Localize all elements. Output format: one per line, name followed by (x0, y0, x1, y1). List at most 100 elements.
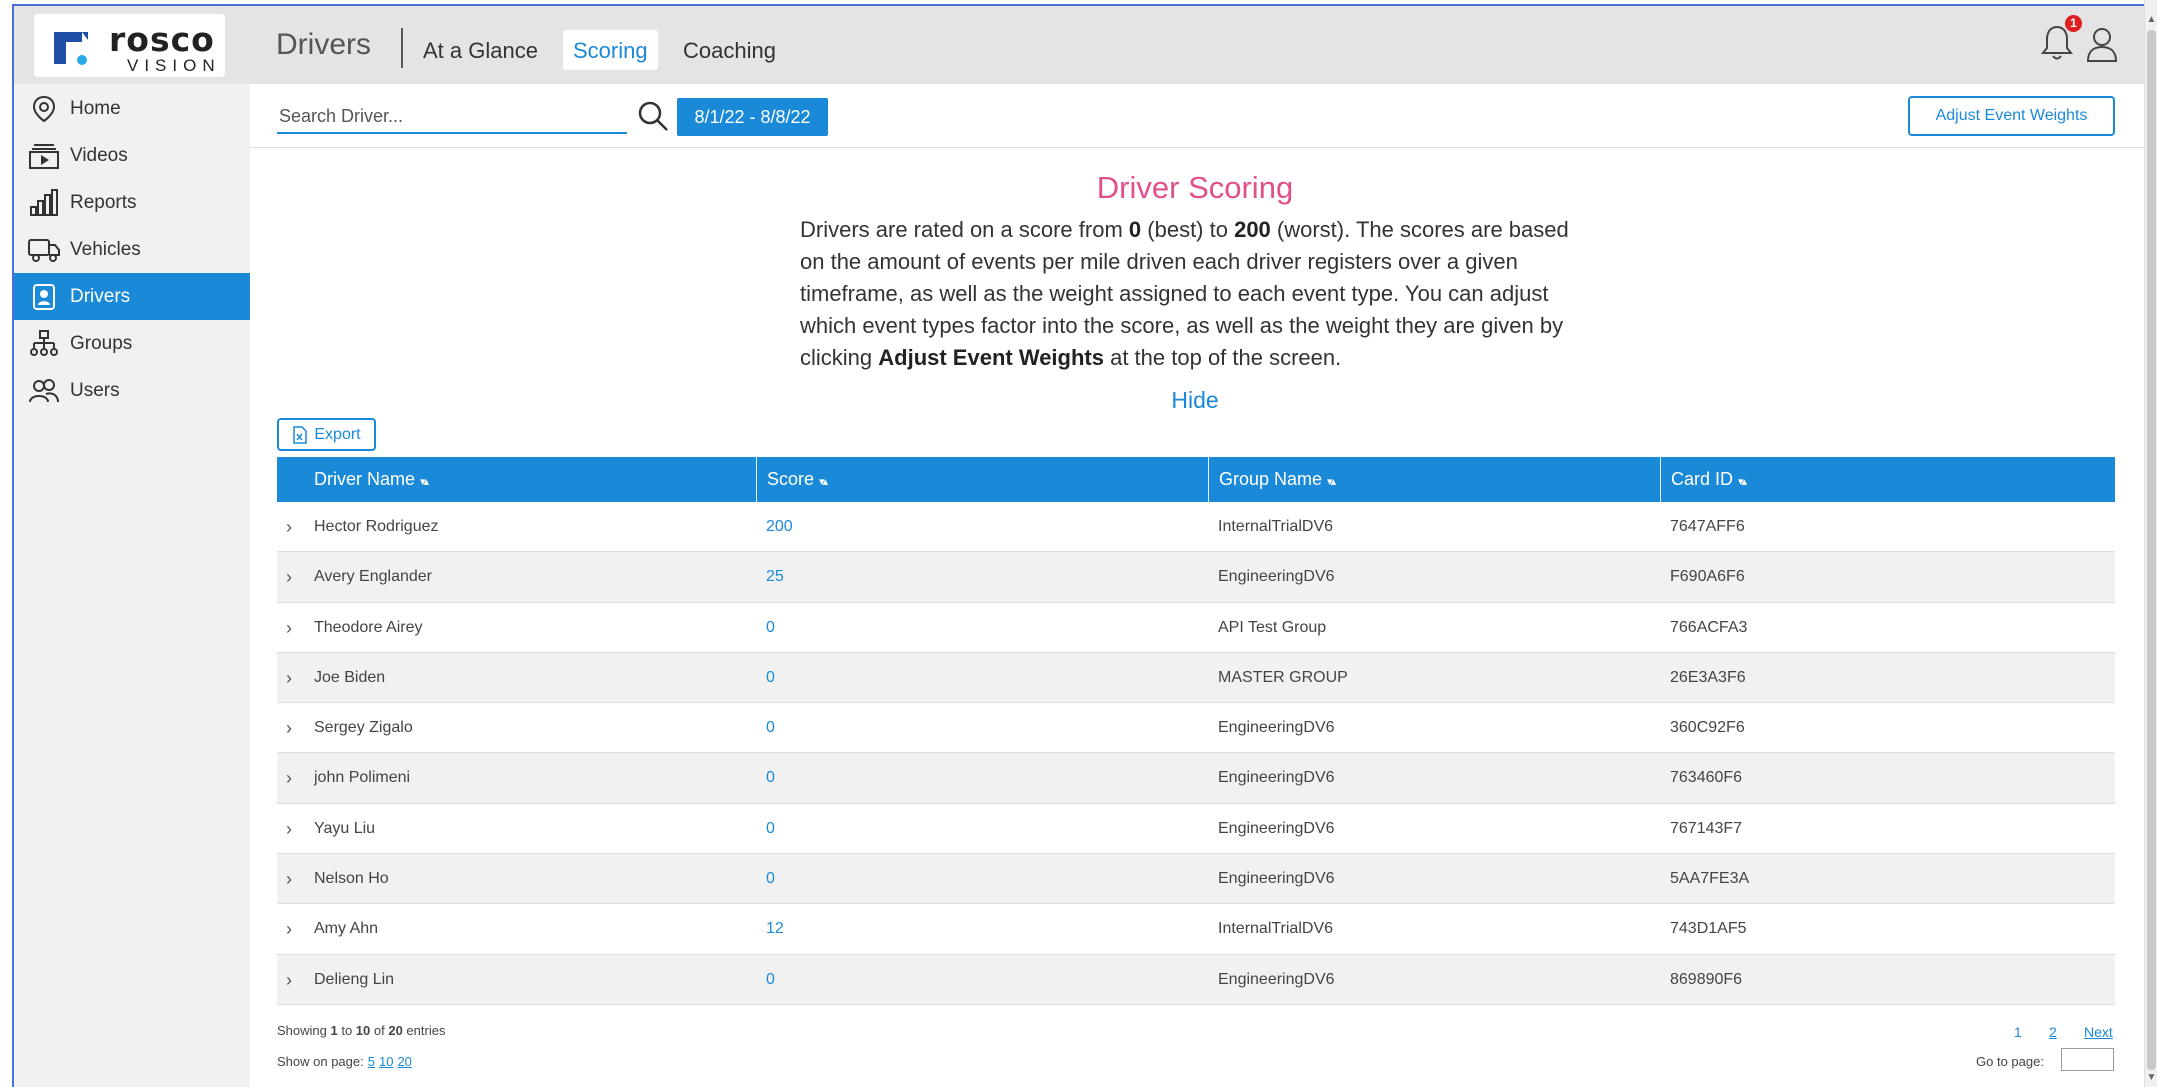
table-row[interactable]: › Avery Englander 25 EngineeringDV6 F690A6F6 (277, 552, 2115, 603)
column-label: Group Name (1219, 469, 1323, 489)
chevron-right-icon[interactable]: › (286, 653, 292, 703)
tab-coaching[interactable]: Coaching (673, 30, 786, 70)
date-range-button[interactable]: 8/1/22 - 8/8/22 (677, 98, 828, 136)
column-header-score[interactable]: Score ▾▴ (757, 457, 1209, 502)
truck-icon (28, 235, 60, 265)
card-id: 766ACFA3 (1670, 618, 1748, 636)
sidebar-item-groups[interactable]: Groups (14, 320, 250, 367)
column-label: Driver Name (314, 469, 416, 489)
rosco-logo[interactable]: rosco VISION (34, 14, 225, 77)
table-body: › Hector Rodriguez 200 InternalTrialDV6 7647… (277, 502, 2115, 1005)
scroll-down-icon[interactable]: ▼ (2145, 1072, 2157, 1086)
chevron-right-icon[interactable]: › (286, 603, 292, 653)
table-row[interactable]: › john Polimeni 0 EngineeringDV6 763460F6 (277, 753, 2115, 804)
chevron-right-icon[interactable]: › (286, 904, 292, 954)
video-icon (28, 141, 60, 171)
table-row[interactable]: › Nelson Ho 0 EngineeringDV6 5AA7FE3A (277, 854, 2115, 905)
go-to-page-input[interactable] (2061, 1048, 2114, 1071)
group-name: EngineeringDV6 (1218, 819, 1335, 837)
adjust-event-weights-button[interactable]: Adjust Event Weights (1908, 96, 2115, 136)
sidebar-item-home[interactable]: Home (14, 85, 250, 132)
page-link-1[interactable]: 1 (2014, 1024, 2022, 1040)
next-page-link[interactable]: Next (2084, 1024, 2113, 1040)
best-score-value: 0 (1128, 217, 1142, 242)
group-name: InternalTrialDV6 (1218, 518, 1334, 535)
chevron-right-icon[interactable]: › (286, 753, 292, 803)
score-value[interactable]: 0 (766, 955, 775, 1005)
sidebar-item-drivers[interactable]: Drivers (14, 273, 250, 320)
page-scrollbar[interactable]: ▲ ▼ (2144, 0, 2157, 1087)
page-size-label: Show on page: (277, 1054, 364, 1069)
description-text: at the top of the screen. (1103, 345, 1342, 370)
hide-description-link[interactable]: Hide (1150, 387, 1240, 414)
chevron-right-icon[interactable]: › (286, 703, 292, 753)
hierarchy-icon (28, 329, 60, 359)
scroll-thumb[interactable] (2147, 30, 2156, 1070)
driver-name: Sergey Zigalo (314, 719, 413, 737)
score-value[interactable]: 12 (766, 904, 784, 954)
page-link-2[interactable]: 2 (2049, 1024, 2057, 1040)
card-id: 763460F6 (1670, 769, 1743, 787)
table-row[interactable]: › Sergey Zigalo 0 EngineeringDV6 360C92F6 (277, 703, 2115, 754)
sidebar: Home Videos Reports Vehicles Drivers Gro… (14, 84, 250, 1087)
sidebar-item-label: Groups (70, 332, 133, 354)
tab-scoring[interactable]: Scoring (563, 30, 658, 70)
table-row[interactable]: › Hector Rodriguez 200 InternalTrialDV6 7647… (277, 502, 2115, 553)
score-value[interactable]: 0 (766, 804, 775, 854)
table-row[interactable]: › Theodore Airey 0 API Test Group 766ACFA3 (277, 602, 2115, 653)
user-icon[interactable] (2084, 24, 2120, 64)
page-size-5[interactable]: 5 (368, 1054, 375, 1069)
chevron-right-icon[interactable]: › (286, 854, 292, 904)
page-size-10[interactable]: 10 (379, 1054, 393, 1069)
summary-text: entries (402, 1023, 446, 1038)
sidebar-item-vehicles[interactable]: Vehicles (14, 226, 250, 273)
column-header-driver-name[interactable]: Driver Name ▾▴ (277, 457, 757, 502)
score-value[interactable]: 0 (766, 653, 775, 703)
driver-name: Delieng Lin (314, 970, 395, 988)
bar-chart-icon (28, 188, 60, 218)
chevron-right-icon[interactable]: › (286, 552, 292, 602)
chevron-right-icon[interactable]: › (286, 804, 292, 854)
summary-from: 1 (330, 1023, 338, 1038)
table-row[interactable]: › Yayu Liu 0 EngineeringDV6 767143F7 (277, 803, 2115, 855)
sidebar-item-videos[interactable]: Videos (14, 132, 250, 179)
group-name: EngineeringDV6 (1218, 970, 1335, 988)
card-id: F690A6F6 (1670, 568, 1745, 586)
description-text: Drivers are rated on a score from (800, 217, 1129, 242)
driver-name: Joe Biden (314, 668, 386, 686)
chevron-right-icon[interactable]: › (286, 955, 292, 1005)
driver-name: Amy Ahn (314, 920, 379, 938)
table-row[interactable]: › Joe Biden 0 MASTER GROUP 26E3A3F6 (277, 652, 2115, 704)
group-name: EngineeringDV6 (1218, 568, 1335, 586)
sidebar-item-reports[interactable]: Reports (14, 179, 250, 226)
driver-name: Hector Rodriguez (314, 518, 439, 535)
table-row[interactable]: › Amy Ahn 12 InternalTrialDV6 743D1AF5 (277, 904, 2115, 955)
sort-icon: ▾▴ (1738, 476, 1747, 488)
sidebar-item-users[interactable]: Users (14, 367, 250, 414)
page-size-selector: Show on page: 5 10 20 (277, 1054, 412, 1069)
table-row[interactable]: › Delieng Lin 0 EngineeringDV6 869890F6 (277, 954, 2115, 1005)
export-button[interactable]: Export (277, 418, 376, 451)
chevron-right-icon[interactable]: › (286, 502, 292, 552)
page-size-20[interactable]: 20 (397, 1054, 411, 1069)
score-value[interactable]: 0 (766, 603, 775, 653)
description-text: (best) to (1141, 217, 1235, 242)
score-value[interactable]: 200 (766, 502, 793, 552)
sidebar-item-label: Reports (70, 191, 137, 213)
search-icon[interactable] (636, 99, 670, 133)
driver-name: Theodore Airey (314, 618, 423, 636)
tab-at-a-glance[interactable]: At a Glance (413, 30, 548, 70)
column-header-group-name[interactable]: Group Name ▾▴ (1209, 457, 1661, 502)
score-value[interactable]: 0 (766, 753, 775, 803)
column-header-card-id[interactable]: Card ID ▾▴ (1661, 457, 2115, 502)
scroll-up-icon[interactable]: ▲ (2145, 14, 2157, 28)
score-value[interactable]: 0 (766, 703, 775, 753)
summary-to: 10 (355, 1023, 371, 1038)
card-id: 767143F7 (1670, 819, 1743, 837)
summary-text: of (370, 1023, 389, 1038)
search-input[interactable] (277, 100, 627, 134)
score-value[interactable]: 25 (766, 552, 784, 602)
entries-summary: Showing 1 to 10 of 20 entries (277, 1023, 445, 1038)
score-value[interactable]: 0 (766, 854, 775, 904)
driver-name: john Polimeni (314, 769, 411, 787)
